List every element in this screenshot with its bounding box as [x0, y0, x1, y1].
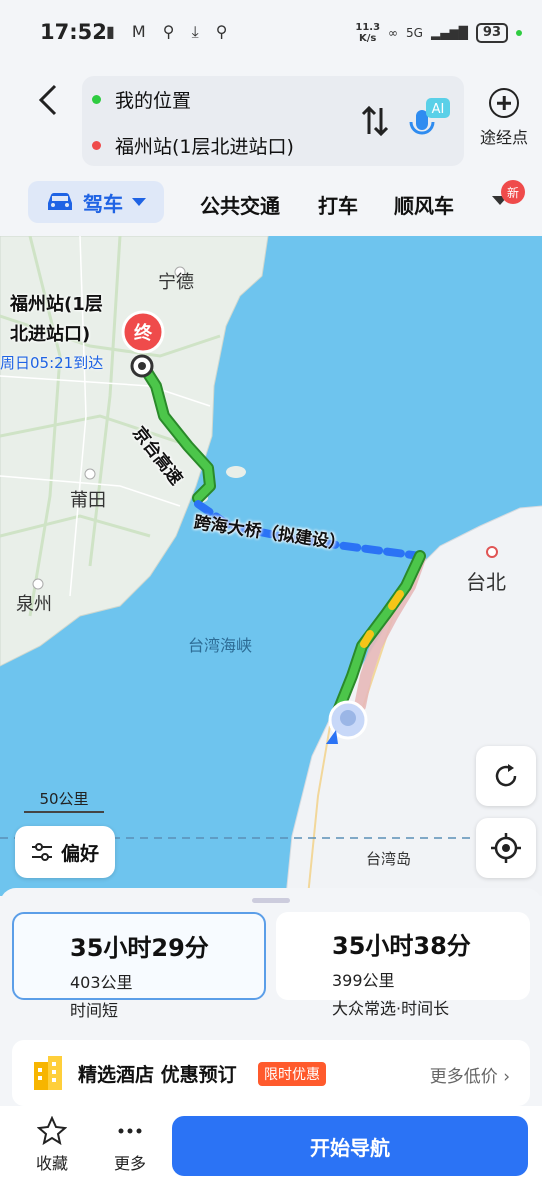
route-distance: 399公里: [332, 971, 395, 990]
more-label: 更多: [113, 1154, 146, 1173]
map-label-island: 台湾岛: [366, 850, 412, 868]
add-waypoint-button[interactable]: 途经点: [474, 88, 534, 148]
net-speed: 11.3 K/s: [355, 22, 381, 44]
crosshair-icon: [491, 833, 521, 863]
tab-carpool[interactable]: 顺风车: [394, 190, 454, 219]
map-label-ningde: 宁德: [158, 272, 194, 293]
caret-down-icon: [132, 198, 146, 206]
microphone-icon: AI: [409, 98, 450, 135]
plus-circle-icon: [489, 88, 519, 118]
waypoint-label: 途经点: [479, 128, 528, 147]
tab-taxi[interactable]: 打车: [318, 190, 358, 219]
tab-transit[interactable]: 公共交通: [200, 190, 280, 219]
bottom-action-bar: 收藏 更多 开始导航: [0, 1106, 542, 1200]
favorite-label: 收藏: [35, 1154, 68, 1173]
hotel-building-icon: [34, 1056, 62, 1090]
tab-drive-label: 驾车: [83, 191, 123, 216]
route-duration: 35小时38分: [332, 932, 471, 960]
more-dots-icon: [118, 1128, 142, 1134]
origin-dot: [92, 94, 101, 104]
map-label-taipei: 台北: [466, 570, 506, 594]
start-navigation-button[interactable]: 开始导航: [172, 1116, 528, 1176]
battery-indicator: 93: [475, 23, 508, 43]
status-right: 11.3 K/s ∞ 5G ▂▄▆█ 93: [355, 20, 522, 46]
locate-button[interactable]: [476, 818, 536, 878]
preference-label: 偏好: [60, 842, 99, 865]
travel-mode-tabs: 驾车 公共交通 打车 顺风车: [0, 176, 542, 232]
refresh-icon: [495, 764, 517, 787]
notification-icons: ▮ M ⚲ ⤓ ⚲: [106, 22, 234, 41]
swap-route-button[interactable]: [360, 104, 390, 145]
network-label: 5G: [406, 26, 423, 40]
privacy-dot: [516, 30, 522, 36]
promo-badge: 限时优惠: [258, 1062, 326, 1086]
refresh-button[interactable]: [476, 746, 536, 806]
current-location-marker: [326, 700, 368, 744]
favorite-button[interactable]: 收藏: [22, 1115, 82, 1174]
ai-badge: AI: [432, 102, 445, 117]
new-badge: 新: [501, 180, 525, 204]
route-distance: 403公里: [70, 973, 133, 992]
route-option-2[interactable]: 35小时38分 399公里 大众常选·时间长: [276, 912, 530, 1018]
sheet-handle[interactable]: [252, 898, 290, 903]
hotel-title: 精选酒店 优惠预订: [78, 1064, 237, 1086]
origin-field[interactable]: 我的位置: [92, 84, 191, 114]
map-scale: 50公里: [24, 788, 104, 813]
car-icon: [48, 193, 72, 210]
chevron-left-icon: [38, 84, 57, 116]
arrival-time-label: 周日05:21到达: [0, 354, 104, 372]
status-time: 17:52: [40, 20, 107, 44]
map-label-quanzhou: 泉州: [16, 594, 52, 615]
voice-ai-button[interactable]: AI: [408, 96, 452, 140]
signal-icon: ▂▄▆█: [430, 26, 468, 40]
sliders-icon: [31, 843, 52, 861]
star-icon: [36, 1115, 68, 1146]
swap-icon: [361, 105, 389, 137]
chevron-right-icon: ›: [503, 1067, 510, 1087]
more-button[interactable]: 更多: [100, 1116, 160, 1174]
map-label-strait: 台湾海峡: [188, 636, 253, 655]
route-option-1[interactable]: 35小时29分 403公里 时间短: [12, 912, 266, 1020]
back-button[interactable]: [30, 80, 66, 120]
destination-marker[interactable]: 终: [120, 310, 166, 380]
destination-marker-text: 终: [134, 322, 153, 344]
map-label-putian: 莆田: [70, 490, 106, 511]
hotel-promo-banner[interactable]: 精选酒店 优惠预订 限时优惠 更多低价 ›: [12, 1040, 530, 1106]
destination-field[interactable]: 福州站(1层北进站口): [92, 130, 294, 160]
more-prices-link[interactable]: 更多低价 ›: [430, 1062, 510, 1087]
destination-map-label: 福州站(1层 北进站口): [10, 294, 103, 345]
hotspot-icon: ∞: [388, 26, 399, 40]
route-tag: 时间短: [70, 1001, 119, 1020]
route-tag: 大众常选·时间长: [332, 999, 450, 1018]
preference-button[interactable]: 偏好: [15, 826, 115, 878]
status-bar: 17:52 ▮ M ⚲ ⤓ ⚲ 11.3 K/s ∞ 5G ▂▄▆█ 93: [0, 0, 542, 64]
route-duration: 35小时29分: [70, 934, 209, 962]
origin-text: 我的位置: [115, 89, 192, 112]
destination-dot: [92, 140, 101, 150]
destination-text: 福州站(1层北进站口): [115, 135, 294, 158]
tab-drive[interactable]: 驾车: [28, 181, 164, 223]
